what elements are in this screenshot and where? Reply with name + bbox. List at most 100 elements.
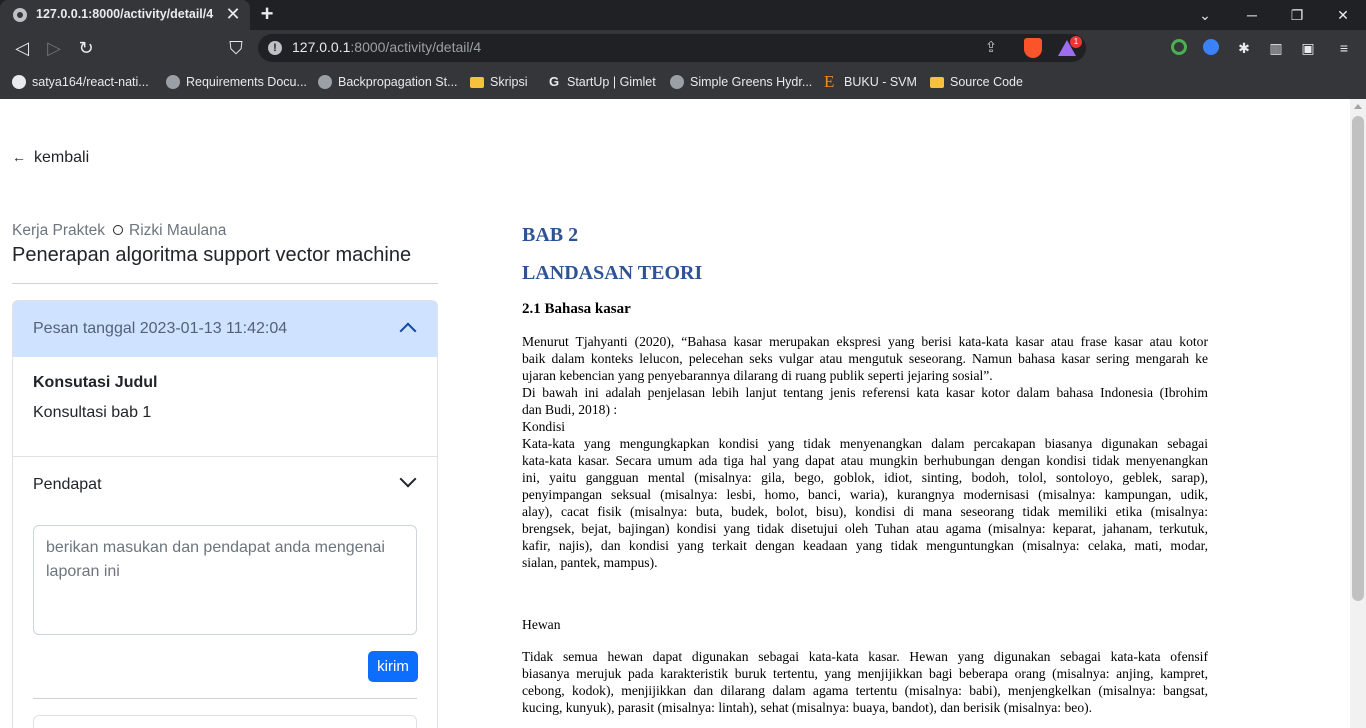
document-line: Tidak semua hewan dapat digunakan sebaga… [522,649,1208,664]
opinion-heading: Pendapat [33,476,102,493]
globe-icon [670,75,684,89]
minimize-icon[interactable]: ─ [1240,4,1264,26]
sidebar-icon[interactable]: ▥ [1267,39,1285,57]
bookmark-label: satya164/react-nati... [32,75,149,89]
bookmark-item[interactable]: G StartUp | Gimlet [547,72,656,92]
wallet-icon[interactable]: ▣ [1299,39,1317,57]
share-icon[interactable]: ⇪ [982,39,1000,57]
restore-icon[interactable]: ❐ [1285,4,1309,26]
paragraph-kondisi: Kata-kata yang mengungkapkan kondisi yan… [522,435,1208,571]
page-title: Penerapan algoritma support vector machi… [12,244,412,266]
document-line: Di bawah ini adalah penjelasan lebih lan… [522,385,1208,400]
ebook-icon: E [824,72,835,91]
chapter-title: LANDASAN TEORI [522,262,703,284]
close-tab-icon[interactable]: ✕ [222,3,244,25]
paragraph-intro: Menurut Tjahyanti (2020), “Bahasa kasar … [522,333,1208,435]
message-date: Pesan tanggal 2023-01-13 11:42:04 [33,320,288,337]
chevron-up-icon [399,322,417,340]
bookmark-item[interactable]: Simple Greens Hydr... [670,72,812,92]
bookmark-label: StartUp | Gimlet [567,75,656,89]
globe-icon [166,75,180,89]
scrollbar-thumb[interactable] [1352,116,1364,601]
globe-icon [13,8,27,22]
bookmark-item[interactable]: satya164/react-nati... [12,72,149,92]
subject-heading: Konsutasi Judul [33,374,158,391]
paragraph-hewan: Tidak semua hewan dapat digunakan sebaga… [522,648,1208,716]
extensions-puzzle-icon[interactable]: ✱ [1235,39,1253,57]
back-link[interactable]: ← kembali [12,149,89,167]
document-line: kafir, najis), dan kondisi yang terkait … [522,538,1208,553]
circle-icon [113,225,124,235]
forward-arrow-icon[interactable]: ▷ [41,35,67,61]
activity-meta: Kerja Praktek Rizki Maulana [12,222,226,240]
vertical-scrollbar[interactable] [1350,99,1366,728]
hewan-heading: Hewan [522,617,561,632]
close-window-icon[interactable]: ✕ [1331,4,1355,26]
document-line: Kondisi [522,419,566,434]
site-info-icon[interactable]: ! [268,41,282,55]
bookmark-item[interactable]: E BUKU - SVM [824,72,917,92]
bookmark-label: Skripsi [490,75,528,89]
page-content: ← kembali Kerja Praktek Rizki Maulana Pene… [0,99,1350,728]
url-text[interactable]: 127.0.0.1:8000/activity/detail/4 [292,39,481,55]
bookmark-icon[interactable]: ⛉ [223,35,249,61]
color-picker-extension-icon[interactable] [1171,39,1187,55]
globe-icon [318,75,332,89]
tab-strip: 127.0.0.1:8000/activity/detail/4 ✕ + ⌄ ─… [0,0,1366,30]
active-tab[interactable]: 127.0.0.1:8000/activity/detail/4 ✕ [0,0,250,30]
browser-chrome: 127.0.0.1:8000/activity/detail/4 ✕ + ⌄ ─… [0,0,1366,99]
message-accordion: Pesan tanggal 2023-01-13 11:42:04 Konsut… [12,300,438,728]
tab-search-chevron-icon[interactable]: ⌄ [1193,4,1217,26]
document-line: Menurut Tjahyanti (2020), “Bahasa kasar … [522,334,1208,349]
menu-icon[interactable]: ≡ [1335,39,1353,57]
notification-badge: 1 [1070,36,1082,48]
divider [12,283,438,284]
document-line: brengsek, bejat, bajingan) kondisi yang … [522,521,1208,536]
opinion-textarea[interactable] [33,525,417,635]
divider [33,698,417,699]
bookmark-item[interactable]: Backpropagation St... [318,72,458,92]
back-arrow-icon[interactable]: ◁ [9,35,35,61]
bookmarks-bar: satya164/react-nati... Requirements Docu.… [0,65,1366,99]
chevron-down-icon [399,470,417,488]
document-line: alay), cacat fisik (misalnya: buta, bude… [522,504,1208,519]
section-title: 2.1 Bahasa kasar [522,301,631,317]
folder-icon [470,77,484,88]
bookmark-label: Backpropagation St... [338,75,458,89]
document-line: ujaran kebencian yang penyebarannya dila… [522,368,993,383]
scroll-up-icon[interactable] [1354,104,1362,109]
activity-category: Kerja Praktek [12,222,106,239]
document-line: biasanya merujuk pada karakteristik buru… [522,666,1208,681]
bookmark-item[interactable]: Requirements Docu... [166,72,307,92]
document-line: Kata-kata yang mengungkapkan kondisi yan… [522,436,1208,451]
back-label: kembali [34,149,90,166]
bookmark-item[interactable]: Skripsi [470,72,528,92]
browser-toolbar: ◁ ▷ ↻ ⛉ ! 127.0.0.1:8000/activity/detail… [0,30,1366,65]
next-card [33,715,417,728]
document-line: kucing, kunyuk), parasit (misalnya: lint… [522,700,1093,715]
brave-shield-icon[interactable] [1024,38,1042,58]
document-line: dan Budi, 2018) : [522,402,618,417]
submit-button[interactable]: kirim [368,651,418,682]
bookmark-label: BUKU - SVM [844,75,917,89]
document-line: penyimpangan seksual (misalnya: lesbi, h… [522,487,1208,502]
bookmark-label: Source Code [950,75,1023,89]
sync-extension-icon[interactable] [1203,39,1219,55]
bookmark-label: Requirements Docu... [186,75,307,89]
folder-icon [930,77,944,88]
address-bar[interactable]: ! 127.0.0.1:8000/activity/detail/4 ⇪ 1 [258,34,1086,62]
gimlet-icon: G [548,74,560,89]
bookmark-item[interactable]: Source Code [930,72,1023,92]
document-line: ini, yaitu gangguan mental (misalnya: gi… [522,470,1208,485]
new-tab-button[interactable]: + [256,3,278,25]
document-line: cebong, kodok), menjijikkan dan dilarang… [522,683,1208,698]
reload-icon[interactable]: ↻ [73,35,99,61]
accordion-header-opinion[interactable]: Pendapat [13,457,437,513]
activity-author: Rizki Maulana [129,222,227,239]
document-line: kata-kata kasar. Secara umum ada tiga ha… [522,453,1208,468]
accordion-header-message[interactable]: Pesan tanggal 2023-01-13 11:42:04 [13,301,437,357]
accordion-body-message: Konsutasi Judul Konsultasi bab 1 [13,357,437,457]
tab-title: 127.0.0.1:8000/activity/detail/4 [36,7,214,21]
subject-value: Konsultasi bab 1 [33,404,152,421]
chapter-label: BAB 2 [522,224,579,246]
